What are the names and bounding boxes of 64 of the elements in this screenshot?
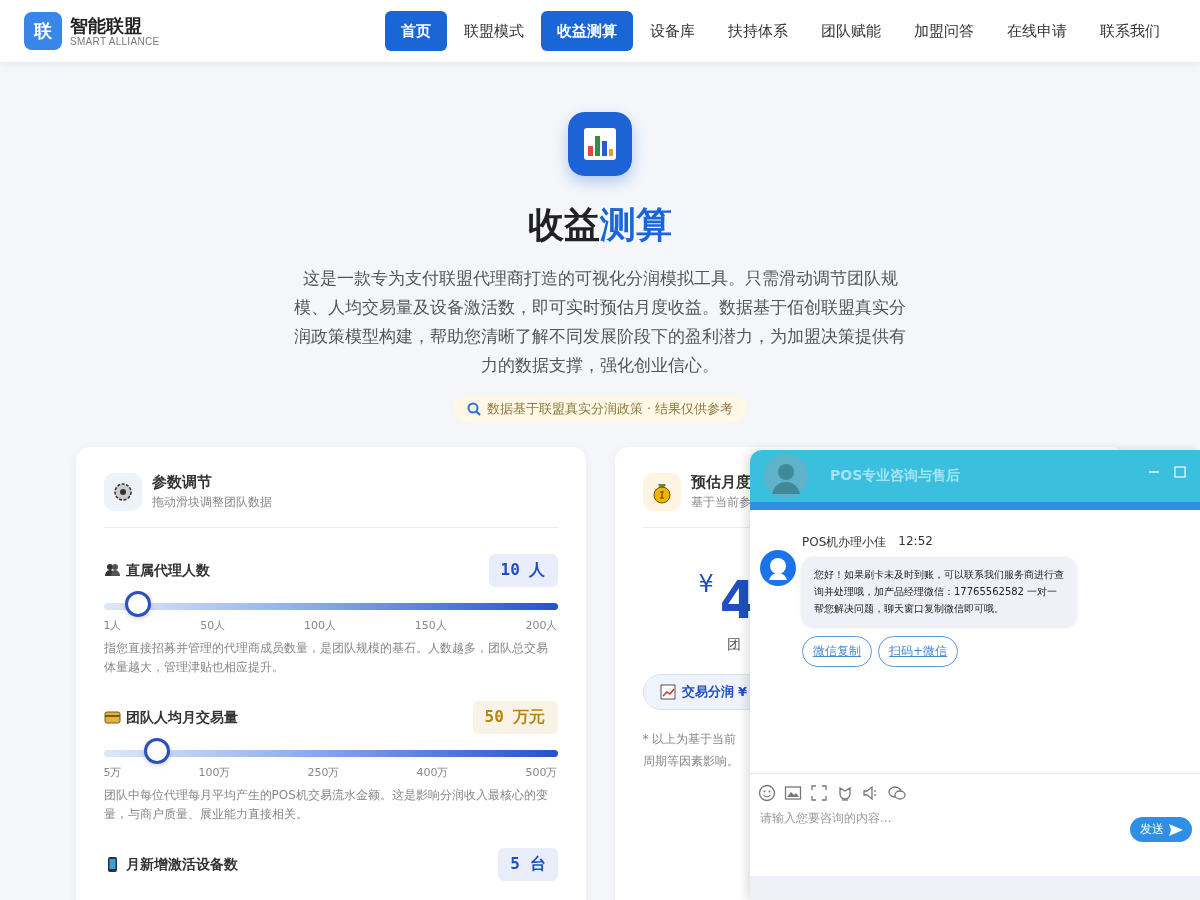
tick-label: 200人 [525, 618, 558, 633]
footnote-text: 周期等因素影响。 [642, 753, 739, 770]
notice-text: 数据基于联盟真实分润政策 · 结果仅供参考 [486, 400, 734, 418]
brand-name: 智能联盟 [70, 15, 143, 36]
tick-label: 400万 [416, 765, 449, 780]
nav-link[interactable]: 设备库 [634, 11, 711, 51]
amount-caption: 团 [726, 636, 741, 654]
fullscreen-icon[interactable] [810, 784, 828, 802]
slider-thumb[interactable] [143, 738, 170, 764]
brand-subtitle: SMART ALLIANCE [70, 35, 160, 47]
line-chart-icon [659, 684, 676, 700]
chat-title: POS专业咨询与售后 [830, 467, 961, 485]
card-title: 参数调节 [151, 473, 213, 492]
share-text: 交易分润 ¥ [681, 683, 748, 701]
tick-label: 5万 [103, 765, 122, 780]
page-title: 收益测算 [528, 203, 672, 247]
amount-value: 4 [719, 570, 756, 630]
footnote-text: * 以上为基于当前 [642, 731, 737, 748]
agent-name: POS机办理小佳 [802, 534, 887, 551]
parameter-description: 指您直接招募并管理的代理商成员数量，是团队规模的基石。人数越多，团队总交易体量越大，管理津贴也相应提升。 [103, 640, 549, 676]
send-icon [1168, 821, 1184, 838]
card-subtitle: 拖动滑块调整团队数据 [151, 494, 272, 511]
nav-link[interactable]: 在线申请 [991, 11, 1083, 51]
nav-link[interactable]: 联盟模式 [448, 11, 540, 51]
money-bag-icon [642, 473, 681, 511]
currency-sign: ¥ [698, 570, 714, 598]
tick-label: 50人 [200, 618, 226, 633]
agent-avatar-icon [760, 550, 796, 586]
tick-label: 100万 [198, 765, 231, 780]
tick-label: 1人 [103, 618, 122, 633]
card-icon [103, 709, 121, 726]
value-badge: 50 万元 [472, 701, 558, 734]
tick-label: 500万 [525, 765, 558, 780]
bar-chart-icon [568, 112, 632, 176]
message-bubble: 您好！如果刷卡未及时到账，可以联系我们服务商进行查询并处理哦，加产品经理微信：17765562582 一对一帮您解决问题，聊天窗口复制微信即可哦。 [802, 557, 1076, 626]
parameter-label: 团队人均月交易量 [125, 708, 238, 727]
emoji-icon[interactable] [758, 784, 776, 802]
image-icon[interactable] [784, 784, 802, 802]
logo-mark: 联 [24, 12, 62, 50]
tick-label: 100人 [304, 618, 336, 633]
gear-icon [103, 473, 142, 511]
tick-label: 250万 [307, 765, 340, 780]
parameter-description: 团队中每位代理每月平均产生的POS机交易流水金额。这是影响分润收入最核心的变量，与商户质量、展业能力直接相关。 [103, 787, 549, 823]
value-badge: 10 人 [488, 554, 558, 587]
avatar-icon [764, 454, 808, 498]
nav-link[interactable]: 联系我们 [1084, 11, 1176, 51]
nav-link[interactable]: 扶持体系 [712, 11, 804, 51]
card-title: 预估月度 [690, 473, 751, 492]
chat-bubbles-icon[interactable] [888, 784, 906, 802]
search-icon [466, 402, 481, 416]
intro-paragraph: 这是一款专为支付联盟代理商打造的可视化分润模拟工具。只需滑动调节团队规模、人均交易量及设备激活数，即可实时预估月度收益。数据基于佰创联盟真实分润政策模型构建，帮助您清晰了解不同发展阶段下的盈利潜力，为加盟决策提供有力的数据支撑，强化创业信心。 [293, 267, 907, 377]
tick-label: 150人 [414, 618, 447, 633]
card-subtitle: 基于当前参 [690, 494, 751, 511]
message-time: 12:52 [898, 534, 933, 550]
maximize-icon [1174, 466, 1186, 478]
slider-thumb[interactable] [124, 591, 151, 617]
nav-link[interactable]: 首页 [385, 11, 447, 51]
nav-link[interactable]: 加盟问答 [898, 11, 990, 51]
value-badge: 5 台 [498, 848, 558, 881]
nav-link[interactable]: 团队赋能 [805, 11, 897, 51]
parameter-label: 月新增激活设备数 [125, 855, 238, 874]
parameter-label: 直属代理人数 [125, 561, 210, 580]
nav-link[interactable]: 收益测算 [541, 11, 633, 51]
people-icon [103, 562, 121, 579]
